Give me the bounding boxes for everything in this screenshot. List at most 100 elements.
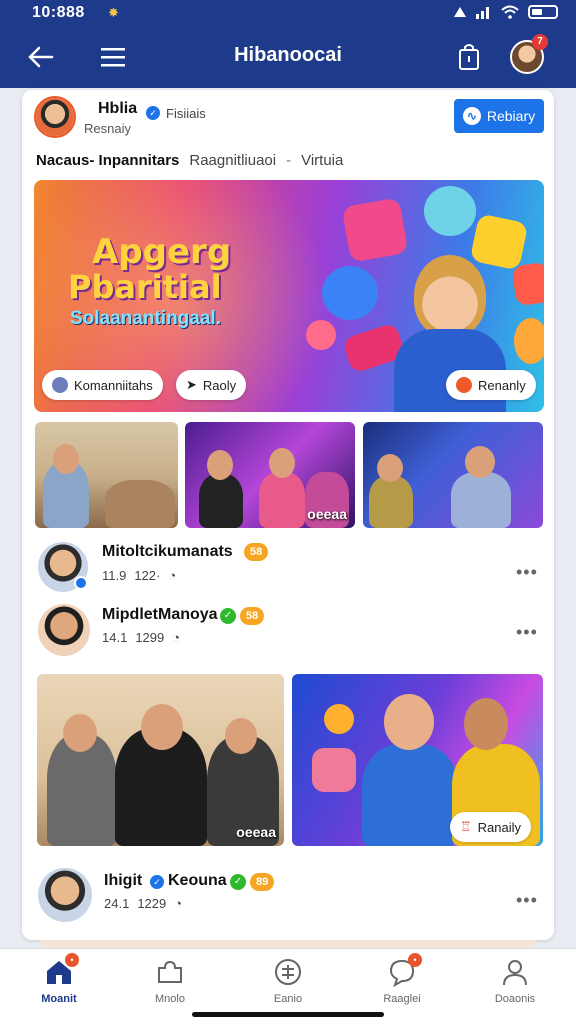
photo-gaming-room[interactable]: oeeaa [185,422,355,528]
user-level-badge-3: 89 [250,873,275,891]
grid-add-icon [272,957,304,987]
user-name-2[interactable]: MipdletManoya [102,606,218,624]
more-options-button[interactable]: ••• [516,622,538,643]
sticker-orange [514,318,544,364]
verified-icon: ✓ [220,608,236,624]
trophy-icon: ♖ [460,819,472,834]
sticker-orange [324,704,354,734]
nav-community[interactable]: Mnolo [125,957,215,1013]
user-avatar-3[interactable] [38,868,92,922]
user-stat-2a: 14.1 [102,630,128,645]
verified-icon: ✓ [150,875,164,889]
chip-recently-2-label: Ranaily [477,819,522,835]
chip-recently-label: Renanly [478,377,526,393]
chip-reply[interactable]: ➤ Raoly [176,370,247,400]
user-stat-1a: 11.9 [102,568,127,583]
online-indicator [74,576,88,590]
verified-icon: ✓ [230,874,246,890]
photo-caption: oeeaa [236,824,276,840]
chip-communities[interactable]: Komanniitahs [42,370,163,400]
person-3 [259,472,305,528]
banner-subtitle: Solaanantingaal. [70,308,221,329]
nfc-icon [454,7,466,17]
sun-icon: ✸ [108,5,119,20]
home-icon: • [43,953,79,987]
app-header-bar: 10:888 ✸ Hibanoocai 7 [0,0,576,88]
nav-activity-label: Raaglei [383,993,421,1005]
sticker-cap [322,266,378,320]
user-level-badge-1: 58 [244,543,269,561]
photo-event-stage[interactable] [363,422,543,528]
photo-office-group[interactable] [35,422,178,528]
user-stats-3: 24.1 1229 ◔ [104,896,182,911]
user-stat-2b: 1299 [135,630,165,645]
user-name-3b[interactable]: Keouna [168,872,227,890]
user-stats-1: 11.9 122· ◔ [102,568,176,583]
nav-home[interactable]: • Moanit [14,953,104,1013]
person-2 [199,474,243,528]
more-options-button[interactable]: ••• [516,890,538,911]
sticker-pink [312,748,356,792]
status-bar: 10:888 ✸ [0,0,576,28]
hero-head [414,255,486,337]
table [105,480,175,528]
user-avatar-2[interactable] [38,604,90,656]
follow-button[interactable]: ∿ Rebiary [454,99,544,133]
home-badge: • [65,953,79,967]
nav-home-label: Moanit [41,993,77,1005]
sticker-face-blue [424,186,476,236]
flame-icon [456,377,472,393]
chip-communities-label: Komanniitahs [74,377,153,393]
person-2-head [207,450,233,480]
nav-create[interactable]: Eanio [243,957,333,1013]
author-avatar[interactable] [34,96,76,138]
sticker-red [511,261,544,307]
feed-card: Hblia ✓ Fisiiais Resnaiy ∿ Rebiary Nacau… [22,90,554,940]
photo-caption: oeeaa [307,506,347,522]
tab-virtual[interactable]: Virtuia [301,152,343,169]
sticker-pink [341,197,409,263]
person-1-head [53,444,79,474]
user-name-1[interactable]: Mitoltcikumanats [102,543,233,561]
user-stat-3a: 24.1 [104,896,130,911]
comment-icon: ◔ [168,568,177,583]
nav-profile[interactable]: Doaonis [470,957,560,1013]
promo-banner[interactable]: Apgerg Pbaritial Solaanantingaal. Komann… [34,180,544,412]
banner-title-line1: Apgerg [92,232,232,272]
app-header: Hibanoocai 7 [0,28,576,88]
shopping-bag-button[interactable] [454,40,484,74]
user-stat-1b: 122· [134,568,161,583]
person-9-head [225,718,257,754]
author-subtitle: Resnaiy [84,121,131,136]
status-time: 10:888 [32,4,85,21]
wifi-icon [501,5,519,19]
person-8-head [141,704,183,750]
comment-icon: ◔ [174,896,183,911]
battery-icon [528,5,558,19]
user-level-badge-2: 58 [240,607,265,625]
person-5 [369,476,413,528]
notification-badge: 7 [532,34,548,50]
chip-recently[interactable]: Renanly [446,370,536,400]
chip-recently-2[interactable]: ♖ Ranaily [450,812,532,842]
follow-label: Rebiary [486,108,536,124]
activity-badge: • [408,953,422,967]
nav-activity[interactable]: • Raaglei [357,953,447,1013]
signal-icon [476,7,489,19]
person-6 [451,472,511,528]
bag-icon [459,44,479,70]
author-name[interactable]: Hblia [98,100,137,118]
sticker-bubble [306,320,336,350]
user-name-3[interactable]: Ihigit [104,872,142,890]
photo-celebration[interactable]: ♖ Ranaily [292,674,543,846]
person-3-head [269,448,295,478]
user-stat-3b: 1229 [137,896,167,911]
category-tabs: Nacaus- Inpannitars Raagnitliuaoi - Virt… [36,152,343,169]
tab-recognition[interactable]: Raagnitliuaoi [189,152,276,169]
tab-separator: - [286,152,292,169]
tab-communities[interactable]: Nacaus- Inpannitars [36,152,179,169]
nav-profile-label: Doaonis [494,993,536,1005]
photo-friends-gaming[interactable]: oeeaa [37,674,284,846]
more-options-button[interactable]: ••• [516,562,538,583]
status-icons [453,5,558,19]
